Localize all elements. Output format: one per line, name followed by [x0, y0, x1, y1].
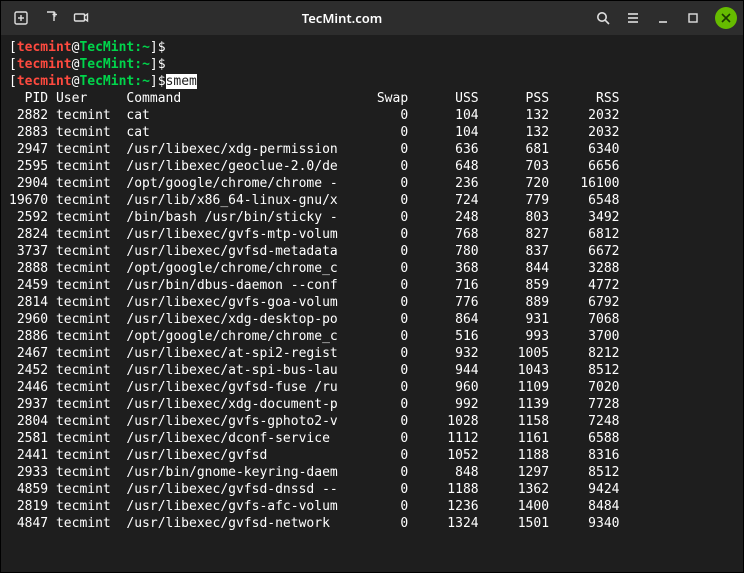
table-row: 2804 tecmint /usr/libexec/gvfs-gphoto2-v… [9, 413, 735, 430]
table-row: 2883 tecmint cat 0 104 132 2032 [9, 124, 735, 141]
table-row: 2446 tecmint /usr/libexec/gvfsd-fuse /ru… [9, 379, 735, 396]
table-row: 2960 tecmint /usr/libexec/xdg-desktop-po… [9, 311, 735, 328]
new-window-button[interactable] [37, 4, 65, 32]
typed-command: smem [166, 74, 197, 89]
broadcast-button[interactable] [67, 4, 95, 32]
table-header: PID User Command Swap USS PSS RSS [9, 90, 735, 107]
titlebar: TecMint.com [1, 1, 743, 35]
minimize-button[interactable] [649, 4, 677, 32]
table-row: 2933 tecmint /usr/bin/gnome-keyring-daem… [9, 464, 735, 481]
menu-button[interactable] [619, 4, 647, 32]
table-row: 4859 tecmint /usr/libexec/gvfsd-dnssd --… [9, 481, 735, 498]
terminal-window: TecMint.com [0, 0, 744, 573]
table-row: 2459 tecmint /usr/bin/dbus-daemon --conf… [9, 277, 735, 294]
table-row: 3737 tecmint /usr/libexec/gvfsd-metadata… [9, 243, 735, 260]
table-row: 2452 tecmint /usr/libexec/at-spi-bus-lau… [9, 362, 735, 379]
table-row: 2595 tecmint /usr/libexec/geoclue-2.0/de… [9, 158, 735, 175]
table-row: 2947 tecmint /usr/libexec/xdg-permission… [9, 141, 735, 158]
table-row: 2592 tecmint /bin/bash /usr/bin/sticky -… [9, 209, 735, 226]
prompt-line: [tecmint@TecMint:~]$ [9, 39, 735, 56]
table-row: 2819 tecmint /usr/libexec/gvfs-afc-volum… [9, 498, 735, 515]
table-row: 2888 tecmint /opt/google/chrome/chrome_c… [9, 260, 735, 277]
table-row: 2904 tecmint /opt/google/chrome/chrome -… [9, 175, 735, 192]
table-row: 2441 tecmint /usr/libexec/gvfsd 0 1052 1… [9, 447, 735, 464]
table-row: 4847 tecmint /usr/libexec/gvfsd-network … [9, 515, 735, 532]
table-row: 19670 tecmint /usr/lib/x86_64-linux-gnu/… [9, 192, 735, 209]
table-row: 2581 tecmint /usr/libexec/dconf-service … [9, 430, 735, 447]
table-row: 2824 tecmint /usr/libexec/gvfs-mtp-volum… [9, 226, 735, 243]
search-button[interactable] [589, 4, 617, 32]
close-button[interactable] [715, 7, 737, 29]
prompt-line: [tecmint@TecMint:~]$smem [9, 73, 735, 90]
table-row: 2467 tecmint /usr/libexec/at-spi2-regist… [9, 345, 735, 362]
table-row: 2937 tecmint /usr/libexec/xdg-document-p… [9, 396, 735, 413]
prompt-line: [tecmint@TecMint:~]$ [9, 56, 735, 73]
maximize-button[interactable] [679, 4, 707, 32]
window-title: TecMint.com [302, 9, 383, 27]
table-row: 2882 tecmint cat 0 104 132 2032 [9, 107, 735, 124]
table-row: 2886 tecmint /opt/google/chrome/chrome_c… [9, 328, 735, 345]
new-tab-button[interactable] [7, 4, 35, 32]
terminal-body[interactable]: [tecmint@TecMint:~]$[tecmint@TecMint:~]$… [1, 35, 743, 572]
table-row: 2814 tecmint /usr/libexec/gvfs-goa-volum… [9, 294, 735, 311]
